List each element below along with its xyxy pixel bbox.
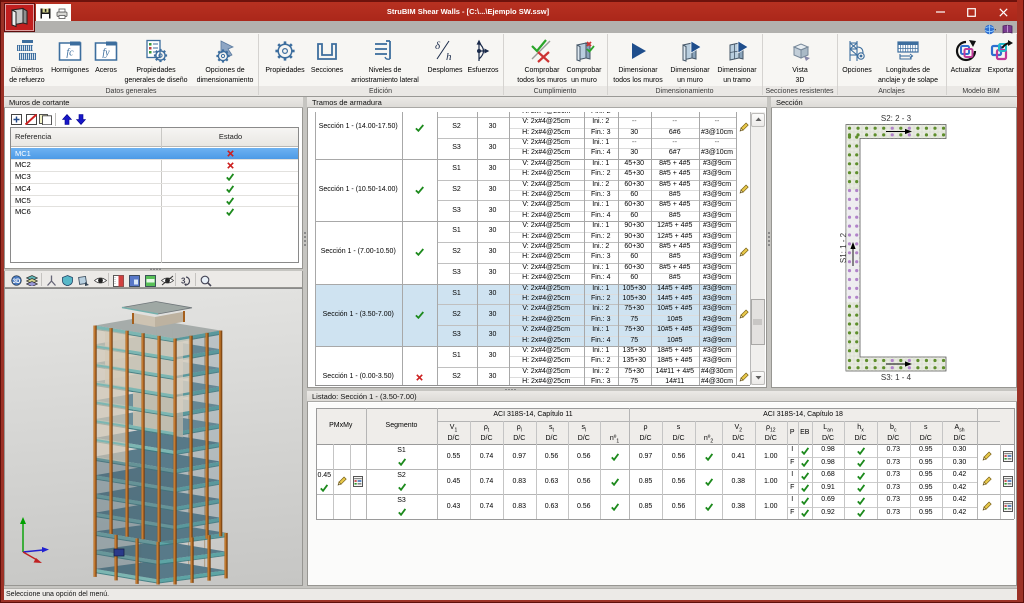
svg-text:3D: 3D [13,279,21,285]
svg-text:h: h [446,51,452,63]
svg-text:fc: fc [66,48,74,59]
svg-text:fy: fy [102,48,110,59]
svg-text:δ: δ [435,40,441,52]
